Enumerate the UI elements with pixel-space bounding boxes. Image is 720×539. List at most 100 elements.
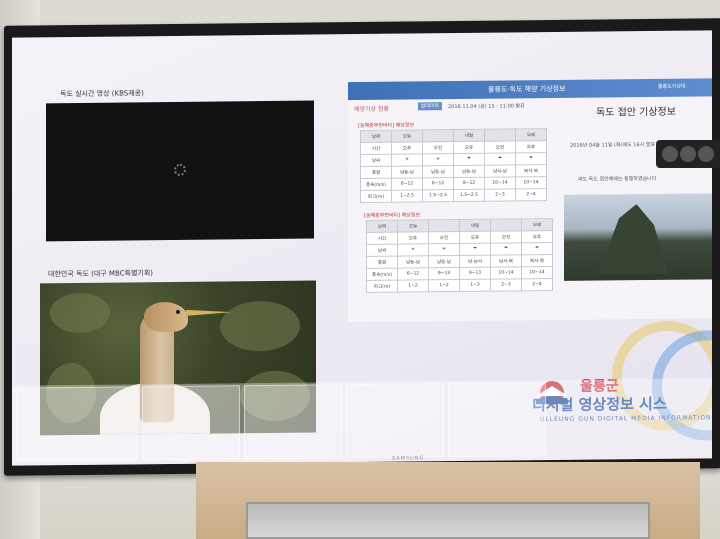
table-header-cell: 날짜 — [366, 220, 398, 233]
table-cell: 1~3 — [459, 279, 491, 292]
tv-brand-label: SAMSUNG — [392, 455, 425, 462]
table-cell: 오전 — [490, 230, 522, 244]
table-cell: 남동-남 — [428, 255, 460, 268]
table-header-cell — [422, 129, 454, 142]
table-cell: 풍속(m/s) — [366, 268, 398, 281]
table-cell: 1~2 — [397, 279, 429, 293]
table-cell: 2~4 — [515, 188, 547, 201]
table-cell: 풍향 — [360, 166, 392, 179]
weather-title: 독도 접안 기상정보 — [596, 106, 676, 119]
weather-icon: ☂ — [484, 152, 516, 166]
table-cell: 10~14 — [521, 266, 553, 279]
landing-note-2: 파도 독도 접안해에는 통행하였습니다 — [578, 175, 657, 183]
update-button[interactable]: 업데이트 — [418, 102, 442, 111]
table-cell: 파고(m) — [366, 280, 398, 293]
table-row: 파고(m) 1~2 1~2 1~3 2~3 2~4 — [366, 278, 553, 293]
weather-date: 2016.11.04 (금) 15 : 11:00 발표 — [448, 103, 525, 111]
photo-caption: 대한민국 독도 (대구 MBC특별기획) — [48, 269, 154, 279]
tv-display: 독도 실시간 영상 (KBS제공) 대한민국 독도 (대구 MBC특별기획) 울… — [4, 18, 720, 476]
weather-icon: ☂ — [490, 242, 522, 256]
table-cell: 8~12 — [453, 177, 485, 190]
traffic-lamp — [662, 146, 678, 162]
weather-section-1: [동해중부먼바다] 해상정보 — [358, 122, 415, 130]
reflection-panel — [16, 386, 138, 462]
weather-icon: ☂ — [459, 243, 491, 256]
table-cell: 날씨 — [366, 244, 398, 257]
table-header-cell — [484, 128, 516, 142]
egret-eye — [176, 309, 180, 314]
table-cell: 남서-남 — [484, 164, 516, 178]
table-cell: 남동-남 — [422, 165, 454, 178]
table-cell: 9~13 — [459, 267, 491, 280]
table-cell: 10~14 — [484, 176, 516, 190]
table-row: 파고(m) 1~2.5 1.5~2.5 1.5~2.5 2~3 2~4 — [360, 188, 547, 203]
table-header-cell — [490, 218, 522, 232]
table-header-cell: 내일 — [453, 129, 485, 142]
table-cell: 시간 — [360, 142, 392, 155]
table-cell: 남동-남 — [453, 165, 485, 178]
table-cell: 6~12 — [397, 267, 429, 281]
weather-icon: ☀ — [397, 243, 429, 257]
table-cell: 9~13 — [428, 267, 460, 280]
weather-panel: 울릉도·독도 해양 기상정보 울릉도기상대 해양기상 현황 업데이트 2016.… — [348, 78, 712, 323]
traffic-lamp — [698, 146, 714, 162]
weather-icon: ☂ — [515, 152, 547, 165]
loading-spinner-icon — [174, 163, 186, 176]
table-cell: 오후 — [515, 140, 547, 153]
table-cell: 오후 — [397, 231, 429, 245]
table-cell: 오전 — [484, 140, 516, 154]
table-cell: 2~3 — [490, 278, 522, 292]
table-cell: 날씨 — [360, 154, 392, 167]
table-cell: 오전 — [422, 141, 454, 154]
weather-section-2: [동해중부먼바다] 해상정보 — [364, 212, 421, 219]
weather-header: 울릉도·독도 해양 기상정보 울릉도기상대 — [348, 78, 712, 101]
reflection-panel — [244, 384, 342, 460]
table-cell: 남서-북 — [490, 254, 522, 268]
table-header-cell: 내일 — [459, 219, 491, 232]
table-cell: 6~12 — [422, 177, 454, 190]
weather-tab[interactable]: 해양기상 현황 — [354, 104, 389, 113]
table-cell: 1.5~2.5 — [453, 189, 485, 202]
foliage — [50, 292, 110, 334]
weather-header-agency: 울릉도기상대 — [658, 83, 686, 90]
table-cell: 2~3 — [484, 188, 516, 202]
tv-screen: 독도 실시간 영상 (KBS제공) 대한민국 독도 (대구 MBC특별기획) 울… — [12, 30, 712, 466]
table-header-cell: 오늘 — [397, 219, 429, 233]
table-cell: 오후 — [459, 231, 491, 244]
reflection-panel — [448, 382, 546, 458]
table-header-cell: 날짜 — [360, 130, 392, 143]
table-cell: 10~14 — [490, 266, 522, 280]
weather-icon: ☀ — [428, 243, 460, 256]
table-cell: 1.5~2.5 — [422, 189, 454, 202]
weather-icon: ☂ — [453, 153, 485, 166]
table-cell: 풍속(m/s) — [360, 178, 392, 191]
table-cell: 풍향 — [366, 256, 398, 269]
table-header-cell: 오늘 — [391, 129, 423, 143]
table-cell: 오후 — [453, 141, 485, 154]
weather-icon: ☀ — [391, 153, 423, 167]
weather-table-1: 날짜 오늘 내일 모레 시간 오후 오전 오후 오전 오후 날씨 ☀ ☀ ☂ ☂… — [360, 128, 547, 204]
metal-plate — [246, 502, 650, 539]
reflection-panel — [142, 385, 240, 461]
foliage — [220, 300, 300, 352]
egret-head — [144, 301, 188, 333]
table-cell: 2~4 — [521, 278, 553, 291]
table-cell: 오후 — [521, 230, 553, 243]
weather-table-2: 날짜 오늘 내일 모레 시간 오후 오전 오후 오전 오후 날씨 ☀ ☀ ☂ ☂… — [366, 218, 553, 293]
live-video-player[interactable] — [46, 100, 314, 242]
table-header-cell: 모레 — [515, 128, 547, 141]
dokdo-island-image — [564, 193, 712, 281]
table-header-cell: 모레 — [521, 218, 553, 231]
weather-icon: ☀ — [422, 153, 454, 166]
table-cell: 오후 — [391, 141, 423, 155]
weather-header-title: 울릉도·독도 해양 기상정보 — [488, 84, 566, 94]
table-cell: 1~2.5 — [391, 189, 423, 203]
reflection-panel — [346, 383, 444, 459]
table-cell: 파고(m) — [360, 190, 392, 203]
table-cell: 오전 — [428, 231, 460, 244]
weather-icon: ☂ — [521, 242, 553, 255]
traffic-light-reflection — [656, 140, 720, 168]
table-cell: 남동-남 — [391, 165, 423, 179]
table-cell: 북서-북 — [521, 254, 553, 267]
table-cell: 6~12 — [391, 177, 423, 191]
